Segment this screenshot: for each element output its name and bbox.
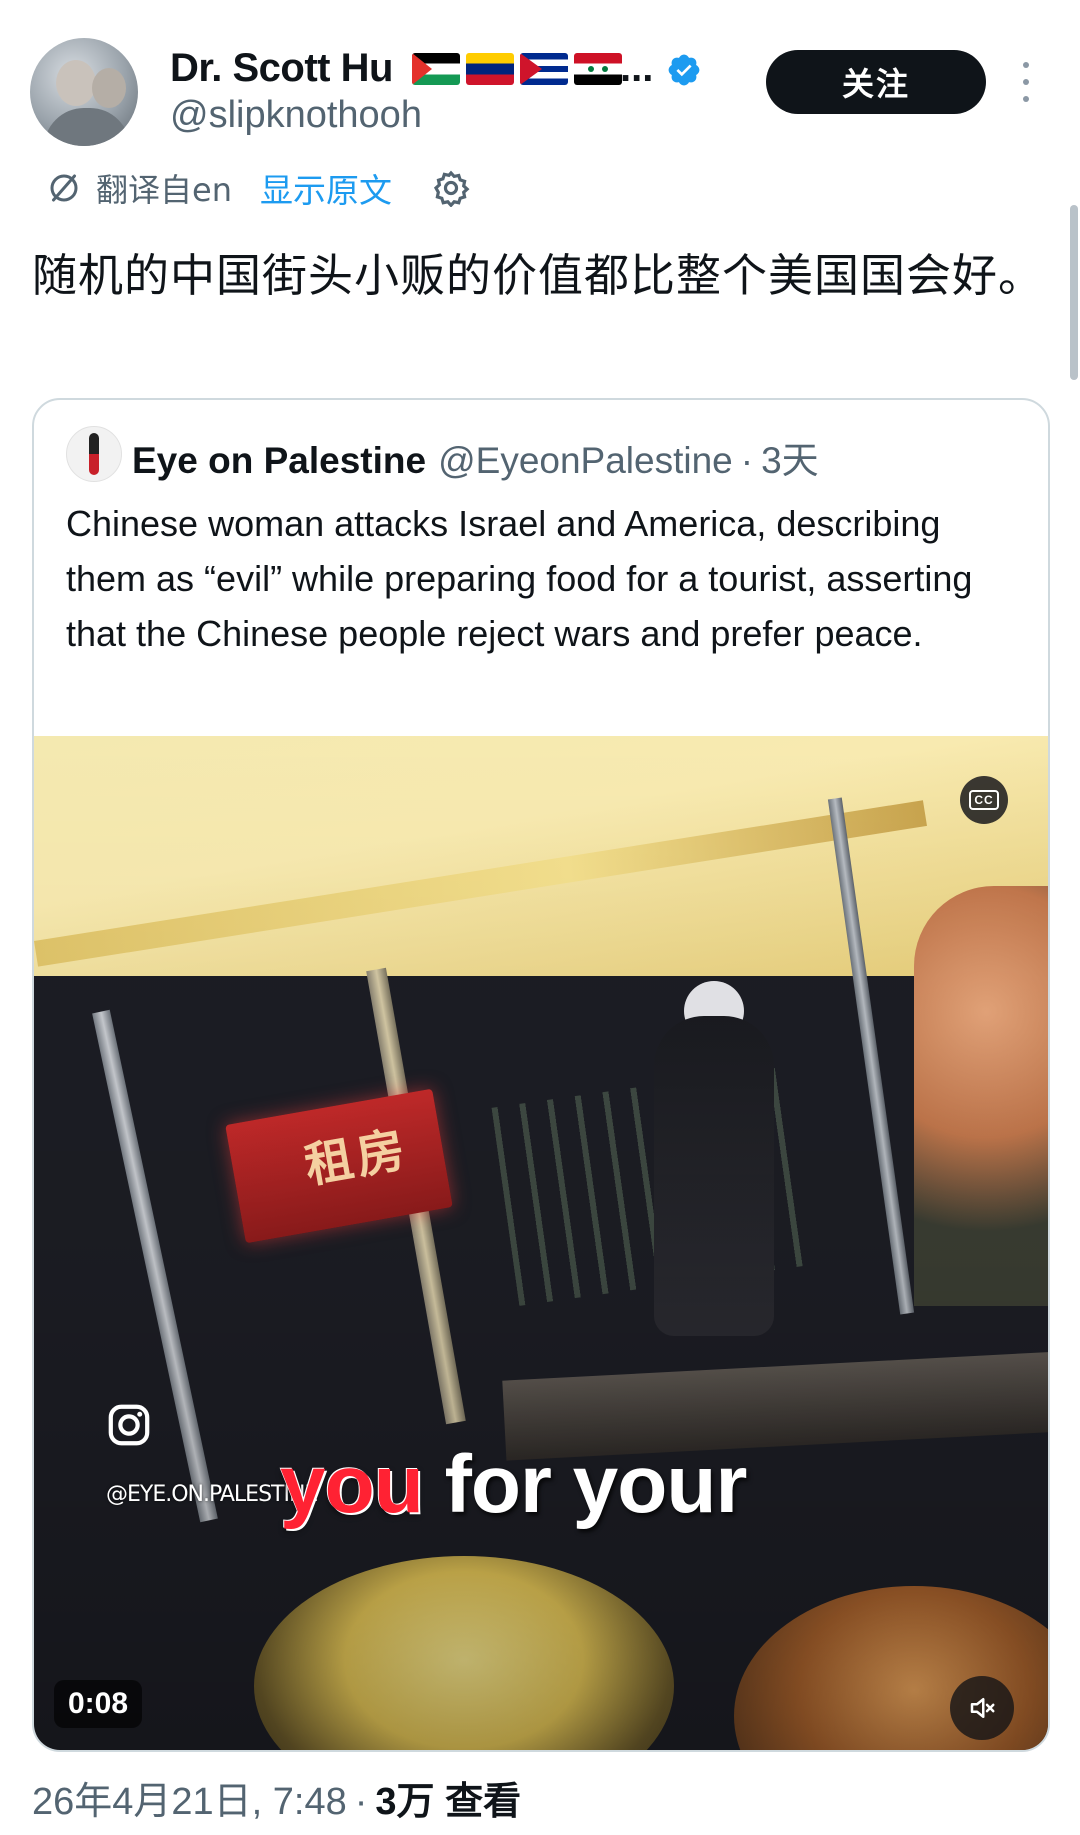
quoted-author-name[interactable]: Eye on Palestine: [132, 440, 426, 482]
translate-icon: [50, 174, 78, 202]
follow-button[interactable]: 关注: [766, 50, 986, 114]
tweet-date[interactable]: 26年4月21日, 7:48: [32, 1770, 347, 1825]
quoted-tweet-card[interactable]: Eye on Palestine @EyeonPalestine · 3天 Ch…: [32, 398, 1050, 1752]
author-avatar[interactable]: [30, 38, 138, 146]
author-display-name[interactable]: Dr. Scott Hu: [170, 46, 393, 91]
avatar-body: [44, 108, 130, 146]
video-player[interactable]: 租房 CC @EYE.ON.PALESTINE you for your: [34, 736, 1048, 1750]
more-dot: [1023, 62, 1029, 68]
tweet-page: Dr. Scott Hu ... @slipknothooh 关注 翻译自en …: [0, 0, 1080, 1835]
translated-from-label: 翻译自en: [96, 171, 232, 209]
name-ellipsis: ...: [620, 46, 654, 90]
mute-icon: [970, 1698, 995, 1718]
view-count[interactable]: 3万 查看: [375, 1770, 521, 1825]
quoted-tweet-header: Eye on Palestine @EyeonPalestine · 3天: [132, 430, 819, 484]
tweet-text: 随机的中国街头小贩的价值都比整个美国国会好。: [32, 249, 1045, 302]
syria-flag-icon: [574, 53, 622, 85]
meta-separator: ·: [354, 1781, 368, 1823]
subtitle-text: for your: [444, 1439, 748, 1530]
video-subtitle: you for your: [280, 1438, 748, 1532]
flag-emojis: [412, 52, 622, 86]
more-icon[interactable]: [1016, 62, 1036, 102]
tweet-meta: 26年4月21日, 7:48 · 3万 查看: [32, 1770, 521, 1825]
quoted-avatar-mark: [89, 433, 99, 475]
cuba-flag-icon: [520, 53, 568, 85]
mute-button[interactable]: [950, 1676, 1014, 1740]
quoted-tweet-text: Chinese woman attacks Israel and America…: [66, 503, 973, 654]
scrollbar-thumb[interactable]: [1070, 205, 1078, 380]
quoted-author-handle[interactable]: @EyeonPalestine: [438, 440, 733, 482]
video-duration: 0:08: [54, 1680, 143, 1728]
quoted-author-avatar[interactable]: [66, 426, 122, 482]
venezuela-flag-icon: [466, 53, 514, 85]
palestine-flag-icon: [412, 53, 460, 85]
header-separator: ·: [740, 440, 754, 481]
verified-badge-icon: [668, 54, 700, 86]
gear-icon[interactable]: [432, 169, 470, 207]
subtitle-highlight-word: you: [280, 1439, 424, 1530]
avatar-face: [56, 60, 96, 106]
more-dot: [1023, 96, 1029, 102]
instagram-icon: [108, 1404, 150, 1446]
avatar-face: [92, 68, 126, 108]
author-handle[interactable]: @slipknothooh: [170, 94, 422, 137]
translation-bar: 翻译自en 显示原文: [46, 166, 470, 210]
more-dot: [1023, 79, 1029, 85]
captions-label: CC: [969, 790, 999, 810]
show-original-link[interactable]: 显示原文: [260, 164, 392, 212]
quoted-tweet-time[interactable]: 3天: [761, 430, 819, 484]
video-shade: [34, 736, 1048, 1750]
captions-button[interactable]: CC: [960, 776, 1008, 824]
